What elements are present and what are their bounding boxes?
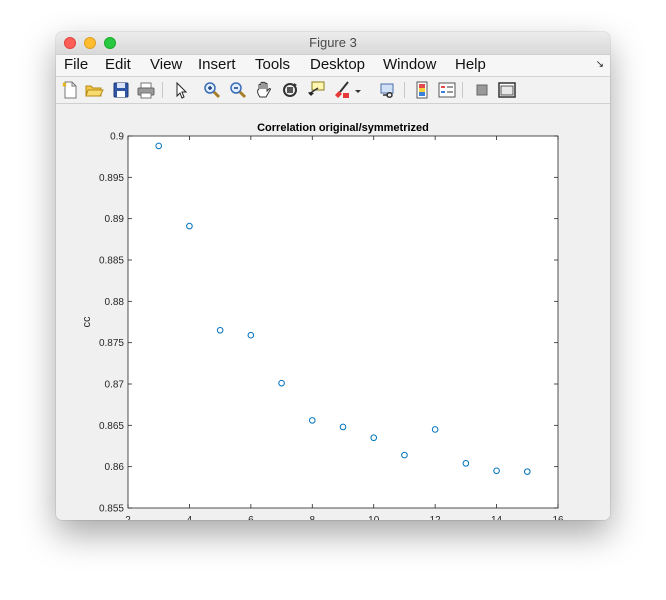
colorbar-icon[interactable]	[412, 80, 432, 100]
y-axis-label: cc	[81, 316, 93, 328]
menu-desktop[interactable]: Desktop	[310, 56, 365, 73]
y-tick-label: 0.89	[105, 214, 125, 225]
zoom-out-icon[interactable]	[228, 80, 248, 100]
y-tick-label: 0.855	[99, 504, 124, 515]
x-tick-label: 4	[187, 515, 193, 520]
menu-bar: File Edit View Insert Tools Desktop Wind…	[56, 55, 610, 77]
x-tick-label: 10	[368, 515, 380, 520]
save-icon[interactable]	[111, 80, 131, 100]
menu-view[interactable]: View	[150, 56, 182, 73]
zoom-in-icon[interactable]	[202, 80, 222, 100]
brush-dropdown-icon[interactable]	[353, 80, 363, 100]
y-tick-label: 0.87	[105, 380, 125, 391]
axes-box[interactable]	[127, 135, 559, 509]
brush-icon[interactable]	[332, 80, 352, 100]
rotate-3d-icon[interactable]	[280, 80, 300, 100]
x-tick-label: 8	[310, 515, 316, 520]
legend-icon[interactable]	[437, 80, 457, 100]
toolbar-separator	[162, 82, 163, 98]
x-tick-label: 14	[491, 515, 503, 520]
x-tick-label: 6	[248, 515, 254, 520]
data-cursor-icon[interactable]	[306, 80, 326, 100]
y-tick-label: 0.9	[110, 132, 124, 143]
hide-tools-icon[interactable]	[472, 80, 492, 100]
menu-edit[interactable]: Edit	[105, 56, 131, 73]
figure-toolbar	[56, 77, 610, 104]
toolbar-separator	[404, 82, 405, 98]
menu-insert[interactable]: Insert	[198, 56, 236, 73]
scatter-plot[interactable]: 2 4 6 8 10 12 14 16 0.855 0.86 0.865 0.87 0.875 0.88 0…	[56, 104, 610, 520]
figure-canvas-area: 2 4 6 8 10 12 14 16 0.855 0.86 0.865 0.87 0.875 0.88 0…	[56, 104, 610, 520]
pan-icon[interactable]	[254, 80, 274, 100]
new-figure-icon[interactable]	[60, 80, 80, 100]
y-tick-label: 0.875	[99, 338, 124, 349]
x-tick-label: 2	[125, 515, 131, 520]
menu-tools[interactable]: Tools	[255, 56, 290, 73]
y-tick-label: 0.895	[99, 173, 124, 184]
y-tick-label: 0.865	[99, 421, 124, 432]
y-tick-label: 0.885	[99, 256, 124, 267]
dock-icon[interactable]	[497, 80, 517, 100]
x-tick-label: 12	[430, 515, 442, 520]
menu-help[interactable]: Help	[455, 56, 486, 73]
print-icon[interactable]	[136, 80, 156, 100]
figure-window: Figure 3 File Edit View Insert Tools Des…	[56, 32, 610, 520]
open-file-icon[interactable]	[84, 80, 104, 100]
window-title: Figure 3	[309, 35, 357, 50]
toolbar-separator	[462, 82, 463, 98]
pointer-icon[interactable]	[171, 80, 191, 100]
title-bar[interactable]: Figure 3	[56, 32, 610, 55]
x-tick-label: 16	[552, 515, 564, 520]
menu-overflow-arrow-icon[interactable]: ↘	[596, 59, 604, 70]
menu-file[interactable]: File	[64, 56, 88, 73]
menu-window[interactable]: Window	[383, 56, 436, 73]
y-tick-label: 0.86	[105, 462, 125, 473]
link-plot-icon[interactable]	[378, 80, 398, 100]
y-tick-label: 0.88	[105, 297, 125, 308]
chart-title: Correlation original/symmetrized	[257, 122, 429, 134]
